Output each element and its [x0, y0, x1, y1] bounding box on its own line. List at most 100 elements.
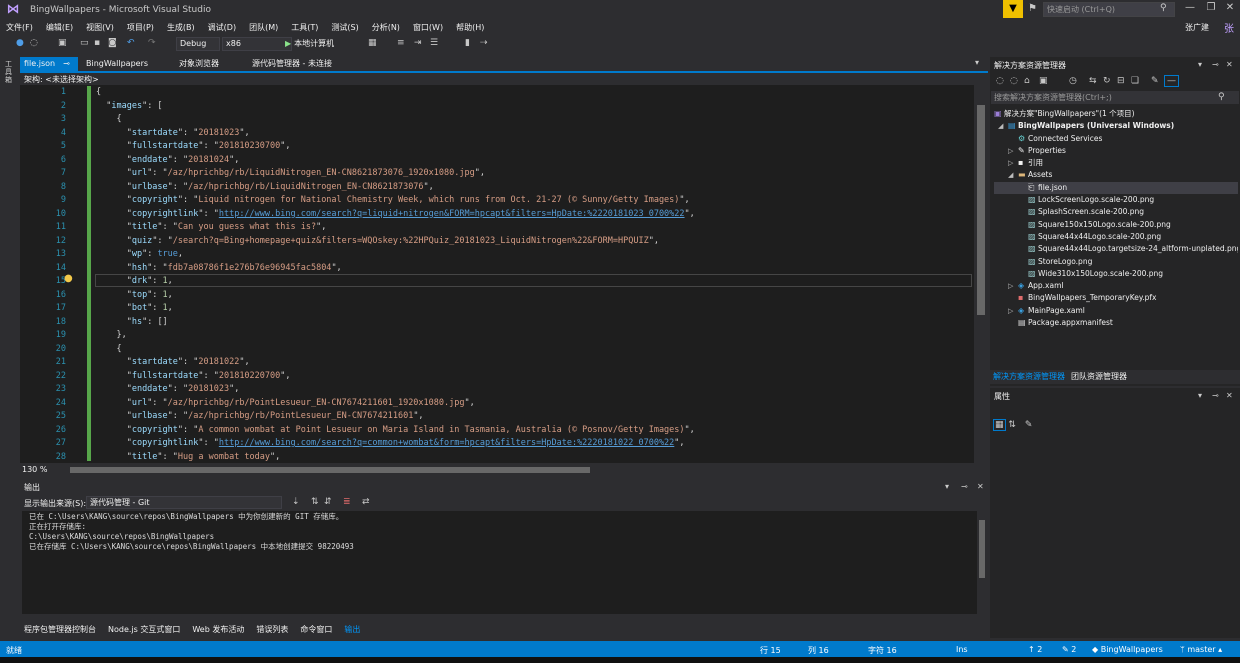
- collapse-all-icon[interactable]: ⊟: [1117, 76, 1125, 86]
- lightbulb-icon[interactable]: ●: [64, 273, 73, 284]
- tab-nodejs-interactive[interactable]: Node.js 交互式窗口: [108, 624, 180, 635]
- home-icon[interactable]: ⌂: [1024, 76, 1030, 86]
- undo-icon[interactable]: ↶: [127, 38, 135, 48]
- refresh-icon[interactable]: ↻: [1103, 76, 1111, 86]
- tree-item-lockscreenlogo[interactable]: ▨ LockScreenLogo.scale-200.png: [994, 194, 1238, 206]
- tree-item-mainpage-xaml[interactable]: ▷ ◈ MainPage.xaml: [994, 305, 1238, 317]
- sync-icon[interactable]: ⇆: [1089, 76, 1097, 86]
- tree-item-package-manifest[interactable]: ▤ Package.appxmanifest: [994, 317, 1238, 329]
- status-repository[interactable]: ◆ BingWallpapers: [1092, 645, 1163, 654]
- editor-scroll-thumb[interactable]: [977, 105, 985, 315]
- status-column[interactable]: 列 16: [808, 645, 829, 656]
- tab-file-json[interactable]: file.json⊸ ✕: [20, 57, 78, 82]
- tree-item-storelogo[interactable]: ▨ StoreLogo.png: [994, 256, 1238, 268]
- tree-item-file-json[interactable]: ⎗ file.json: [994, 181, 1238, 195]
- categorized-icon[interactable]: ▦: [993, 419, 1006, 431]
- tab-overflow-icon[interactable]: ▾: [975, 58, 979, 67]
- menu-test[interactable]: 测试(S): [331, 22, 358, 33]
- menu-view[interactable]: 视图(V): [86, 22, 114, 33]
- clear-all-icon[interactable]: ≣: [343, 497, 351, 507]
- close-icon[interactable]: ✕: [1226, 60, 1233, 69]
- zoom-level[interactable]: 130 %: [22, 465, 47, 474]
- back-icon[interactable]: ◌: [996, 76, 1004, 86]
- panel-menu-icon[interactable]: ▾: [1198, 391, 1202, 400]
- status-char[interactable]: 字符 16: [868, 645, 897, 656]
- json-link[interactable]: http://www.bing.com/search?q=common+womb…: [219, 438, 674, 448]
- property-pages-icon[interactable]: ✎: [1025, 420, 1033, 430]
- save-all-icon[interactable]: ◙: [108, 38, 117, 48]
- menu-build[interactable]: 生成(B): [167, 22, 195, 33]
- tab-solution-explorer[interactable]: 解决方案资源管理器: [993, 371, 1065, 382]
- menu-analyze[interactable]: 分析(N): [372, 22, 400, 33]
- json-link[interactable]: http://www.bing.com/search?q=liquid+nitr…: [219, 209, 685, 219]
- menu-edit[interactable]: 编辑(E): [46, 22, 73, 33]
- pin-icon[interactable]: ⊸: [63, 59, 70, 68]
- tree-item-app-xaml[interactable]: ▷ ◈ App.xaml: [994, 280, 1238, 292]
- forward-icon[interactable]: ◌: [1010, 76, 1018, 86]
- new-project-icon[interactable]: ▣: [58, 38, 67, 48]
- tab-web-publish[interactable]: Web 发布活动: [192, 624, 244, 635]
- status-line[interactable]: 行 15: [760, 645, 781, 656]
- bookmark-icon[interactable]: ▮: [465, 38, 470, 48]
- menu-help[interactable]: 帮助(H): [456, 22, 484, 33]
- collapse-icon[interactable]: ▷: [1008, 280, 1018, 292]
- save-icon[interactable]: ▪: [94, 38, 100, 48]
- status-insert-mode[interactable]: Ins: [956, 645, 968, 654]
- switch-views-icon[interactable]: ▣: [1039, 76, 1048, 86]
- collapse-icon[interactable]: ▷: [1008, 145, 1018, 157]
- avatar[interactable]: 张: [1222, 20, 1236, 35]
- format-icon[interactable]: ≡: [397, 38, 405, 48]
- close-icon[interactable]: ✕: [977, 482, 984, 491]
- search-icon[interactable]: ⚲: [1160, 3, 1167, 13]
- pending-changes-icon[interactable]: ◷: [1069, 76, 1077, 86]
- menu-project[interactable]: 项目(P): [127, 22, 154, 33]
- tree-item-references[interactable]: ▷ ▪ 引用: [994, 157, 1238, 169]
- collapse-icon[interactable]: ▷: [1008, 157, 1018, 169]
- tab-source-control[interactable]: 源代码管理器 - 未连接: [248, 57, 332, 71]
- panel-menu-icon[interactable]: ▾: [1198, 60, 1202, 69]
- open-file-icon[interactable]: ▭: [80, 38, 89, 48]
- panel-menu-icon[interactable]: ▾: [945, 482, 949, 491]
- previous-message-icon[interactable]: ⇅: [311, 497, 319, 507]
- tab-object-browser[interactable]: 对象浏览器: [175, 57, 219, 71]
- close-icon[interactable]: ✕: [1226, 391, 1233, 400]
- output-scroll-thumb[interactable]: [979, 520, 985, 578]
- code-content[interactable]: { "images": [ { "startdate": "20181023",…: [96, 86, 972, 464]
- menu-file[interactable]: 文件(F): [6, 22, 33, 33]
- menu-tools[interactable]: 工具(T): [291, 22, 318, 33]
- status-unpublished-commits[interactable]: ↑ 2: [1028, 645, 1042, 654]
- navigate-back-icon[interactable]: ●: [16, 38, 24, 48]
- tab-team-explorer[interactable]: 团队资源管理器: [1071, 371, 1127, 382]
- tree-item-square44-targetsize[interactable]: ▨ Square44x44Logo.targetsize-24_altform-u…: [994, 243, 1238, 255]
- tree-item-temporary-key[interactable]: ▪ BingWallpapers_TemporaryKey.pfx: [994, 292, 1238, 304]
- tree-item-project[interactable]: ◢ ▤ BingWallpapers (Universal Windows): [994, 120, 1238, 132]
- alphabetical-icon[interactable]: ⇅: [1008, 420, 1016, 430]
- properties-icon[interactable]: ✎: [1151, 76, 1159, 86]
- find-message-icon[interactable]: ⇣: [292, 497, 300, 507]
- maximize-icon[interactable]: ❐: [1203, 2, 1219, 13]
- tab-package-manager-console[interactable]: 程序包管理器控制台: [24, 624, 96, 635]
- schema-selector[interactable]: 架构: <未选择架构>: [24, 74, 99, 85]
- tab-bingwallpapers[interactable]: BingWallpapers: [82, 57, 148, 71]
- toolbox-tab[interactable]: 工具箱: [5, 60, 15, 84]
- tree-item-square150[interactable]: ▨ Square150x150Logo.scale-200.png: [994, 219, 1238, 231]
- word-wrap-icon[interactable]: ⇄: [362, 497, 370, 507]
- tree-item-square44[interactable]: ▨ Square44x44Logo.scale-200.png: [994, 231, 1238, 243]
- tree-item-wide310[interactable]: ▨ Wide310x150Logo.scale-200.png: [994, 268, 1238, 280]
- next-message-icon[interactable]: ⇵: [324, 497, 332, 507]
- close-icon[interactable]: ✕: [1222, 2, 1238, 13]
- expand-icon[interactable]: ◢: [998, 120, 1008, 132]
- tree-item-properties[interactable]: ▷ ✎ Properties: [994, 145, 1238, 157]
- config-select[interactable]: Debug: [176, 37, 220, 51]
- comment-icon[interactable]: ☰: [430, 38, 438, 48]
- next-bookmark-icon[interactable]: ⇢: [480, 38, 488, 48]
- filter-icon[interactable]: ▼: [1003, 0, 1023, 18]
- status-pending-changes[interactable]: ✎ 2: [1062, 645, 1076, 654]
- feedback-icon[interactable]: ⚑: [1028, 3, 1037, 14]
- search-icon[interactable]: ⚲: [1218, 92, 1225, 102]
- solution-search-input[interactable]: 搜索解决方案资源管理器(Ctrl+;): [991, 91, 1239, 104]
- collapse-icon[interactable]: ▷: [1008, 305, 1018, 317]
- run-button[interactable]: ▶ 本地计算机: [285, 38, 334, 49]
- tab-output[interactable]: 输出: [344, 624, 360, 635]
- tab-command-window[interactable]: 命令窗口: [300, 624, 332, 635]
